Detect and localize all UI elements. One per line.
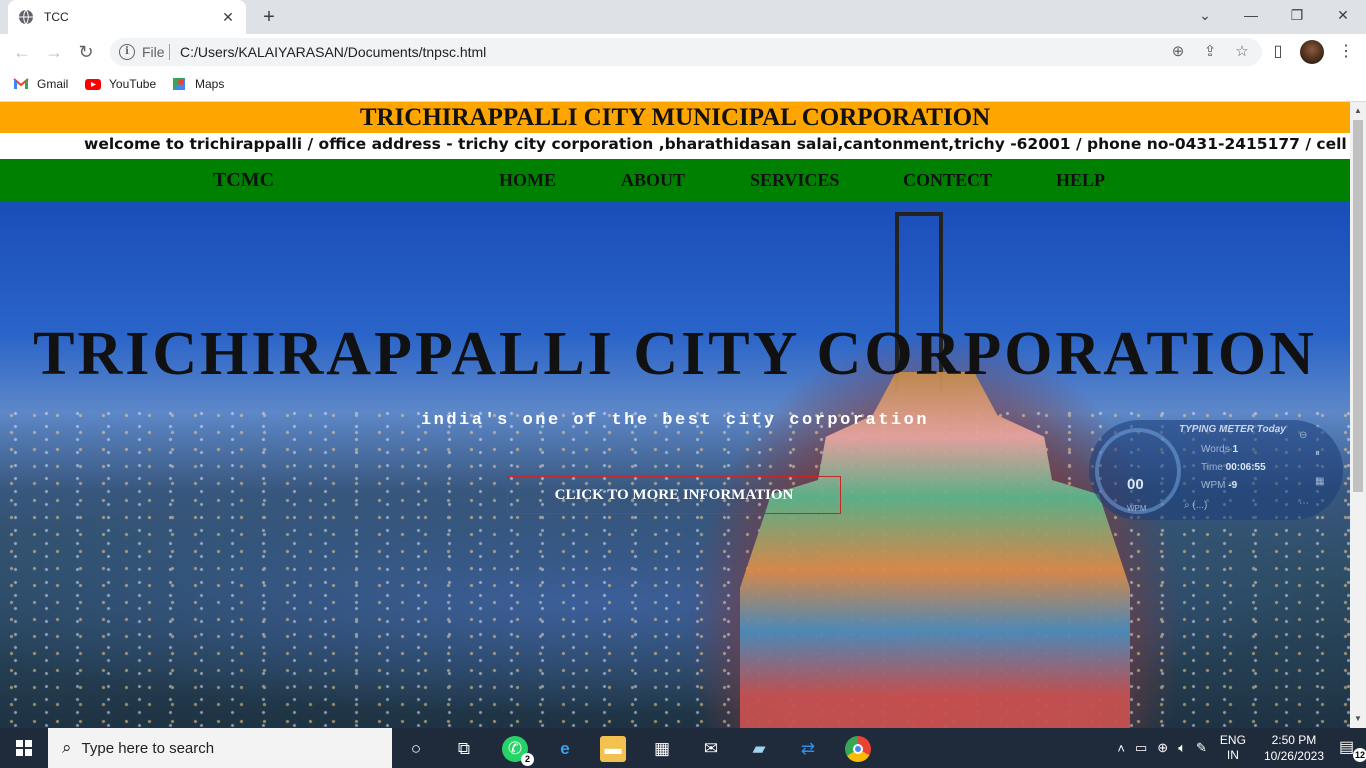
tab-strip: TCC ✕ + ⌄ — ❐ ✕ (0, 0, 1366, 34)
pause-icon[interactable]: ⏸ (1315, 448, 1320, 459)
mail-icon[interactable]: ✉ (698, 736, 724, 762)
notification-center-icon[interactable]: ▤ 12 (1339, 737, 1366, 762)
nav-about[interactable]: ABOUT (621, 170, 685, 191)
tab-title: TCC (44, 10, 69, 24)
tab-search-icon[interactable]: ⌄ (1182, 0, 1228, 30)
clock[interactable]: 2:50 PM 10/26/2023 (1264, 732, 1324, 764)
back-icon[interactable]: ← (12, 42, 32, 62)
whatsapp-icon[interactable]: ✆ 2 (502, 736, 534, 766)
bookmark-gmail[interactable]: Gmail (13, 76, 68, 92)
zoom-icon[interactable]: ⊕ (1168, 42, 1188, 62)
scroll-down-icon[interactable]: ▼ (1354, 714, 1362, 723)
time-stat: Time 00:06:55 (1201, 462, 1266, 473)
restore-icon[interactable]: ❐ (1274, 0, 1320, 30)
search-placeholder: Type here to search (81, 739, 215, 757)
wpm-stat: WPM -9 (1201, 480, 1238, 491)
address-divider (169, 44, 170, 60)
menu-icon[interactable]: ⋮ (1334, 40, 1358, 64)
site-info-icon[interactable]: i (119, 44, 135, 60)
nav-help[interactable]: HELP (1056, 170, 1105, 191)
nav-contact[interactable]: CONTECT (903, 170, 992, 191)
words-stat: Words 1 (1201, 444, 1239, 455)
bookmark-star-icon[interactable]: ☆ (1232, 42, 1252, 62)
youtube-icon (85, 79, 101, 90)
task-view-icon[interactable]: ⧉ (451, 736, 477, 762)
nav-services[interactable]: SERVICES (750, 170, 839, 191)
hero-banner: TRICHIRAPPALLI CITY CORPORATION india's … (0, 202, 1350, 728)
reload-icon[interactable]: ↻ (76, 42, 96, 62)
chrome-icon[interactable] (845, 736, 871, 762)
cortana-icon[interactable]: ○ (403, 736, 429, 762)
url-text[interactable]: C:/Users/KALAIYARASAN/Documents/tnpsc.ht… (180, 44, 486, 60)
site-navbar: TCMC HOME ABOUT SERVICES CONTECT HELP (0, 159, 1350, 202)
welcome-marquee: welcome to trichirappalli / office addre… (0, 133, 1350, 159)
teamviewer-icon[interactable]: ⇄ (795, 736, 821, 762)
system-tray: ˄ ▭ ⊕ 🔈︎ ✎ ENG IN 2:50 PM 10/26/2023 ▤ 12 (1112, 728, 1366, 768)
tab-close-icon[interactable]: ✕ (220, 9, 236, 26)
browser-toolbar: ← → ↻ i File C:/Users/KALAIYARASAN/Docum… (0, 34, 1366, 70)
typing-meter-widget[interactable]: 00 WPM TYPING METER Today Words 1 Time 0… (1089, 420, 1343, 520)
notes-app-icon[interactable]: ▰ (746, 736, 772, 762)
whatsapp-badge: 2 (521, 753, 534, 766)
typing-meter-title: TYPING METER Today (1179, 424, 1286, 435)
file-label: File (142, 44, 165, 60)
new-tab-button[interactable]: + (258, 6, 280, 28)
windows-logo-icon (16, 740, 32, 756)
nav-home[interactable]: HOME (499, 170, 556, 191)
scrollbar-thumb[interactable] (1353, 120, 1363, 492)
site-header-title: TRICHIRAPPALLI CITY MUNICIPAL CORPORATIO… (0, 102, 1350, 133)
bookmark-maps[interactable]: Maps (171, 76, 224, 92)
brand-logo-text[interactable]: TCMC (213, 169, 274, 192)
file-explorer-icon[interactable]: ▬ (600, 736, 626, 762)
microsoft-store-icon[interactable]: ▦ (649, 736, 675, 762)
edge-icon[interactable]: e (552, 736, 578, 762)
marquee-text: welcome to trichirappalli / office addre… (84, 135, 1350, 153)
web-page: TRICHIRAPPALLI CITY MUNICIPAL CORPORATIO… (0, 102, 1350, 728)
address-bar[interactable]: i File C:/Users/KALAIYARASAN/Documents/t… (110, 38, 1262, 66)
more-options-icon[interactable]: ⋯ (1299, 498, 1309, 509)
battery-icon[interactable]: ▭ (1135, 740, 1147, 756)
typing-meter-search[interactable]: ⌕ (...) (1184, 500, 1207, 511)
close-window-icon[interactable]: ✕ (1320, 0, 1366, 30)
globe-icon (19, 9, 33, 25)
language-indicator[interactable]: ENG IN (1220, 733, 1246, 763)
bookmark-youtube[interactable]: YouTube (85, 76, 156, 92)
clock-date: 10/26/2023 (1263, 749, 1324, 763)
minimize-icon[interactable]: — (1228, 0, 1274, 30)
profile-avatar[interactable] (1300, 40, 1324, 64)
scroll-up-icon[interactable]: ▲ (1354, 106, 1362, 115)
browser-tab[interactable]: TCC ✕ (8, 0, 246, 34)
volume-icon[interactable]: 🔈︎ (1178, 740, 1186, 756)
bookmarks-bar: Gmail YouTube Maps (0, 70, 1366, 102)
page-scrollbar[interactable]: ▲ ▼ (1350, 102, 1366, 728)
taskbar-search[interactable]: ⌕ Type here to search (48, 728, 392, 768)
maps-icon (173, 78, 185, 90)
gauge-value: 00 (1127, 476, 1144, 493)
wpm-gauge (1095, 428, 1181, 514)
network-icon[interactable]: ⊕ (1157, 740, 1168, 756)
forward-icon[interactable]: → (44, 42, 64, 62)
minimize-widget-icon[interactable]: ⊖ (1299, 430, 1307, 441)
more-information-button[interactable]: CLICK TO MORE INFORMATION (507, 476, 841, 514)
stats-chart-icon[interactable]: ▦ (1315, 476, 1324, 487)
show-hidden-icons[interactable]: ˄ (1117, 741, 1125, 756)
clock-time: 2:50 PM (1271, 733, 1317, 747)
hero-title: TRICHIRAPPALLI CITY CORPORATION (33, 320, 1317, 388)
gmail-icon (13, 78, 29, 89)
side-panel-icon[interactable]: ▯ (1266, 40, 1290, 64)
start-button[interactable] (0, 728, 48, 768)
gauge-unit: WPM (1127, 504, 1147, 513)
windows-taskbar: ⌕ Type here to search ○ ⧉ ✆ 2 e ▬ ▦ ✉ ▰ ⇄… (0, 728, 1366, 768)
pen-icon[interactable]: ✎ (1196, 740, 1207, 756)
share-icon[interactable]: ⇪ (1200, 42, 1220, 62)
search-icon: ⌕ (62, 738, 72, 757)
